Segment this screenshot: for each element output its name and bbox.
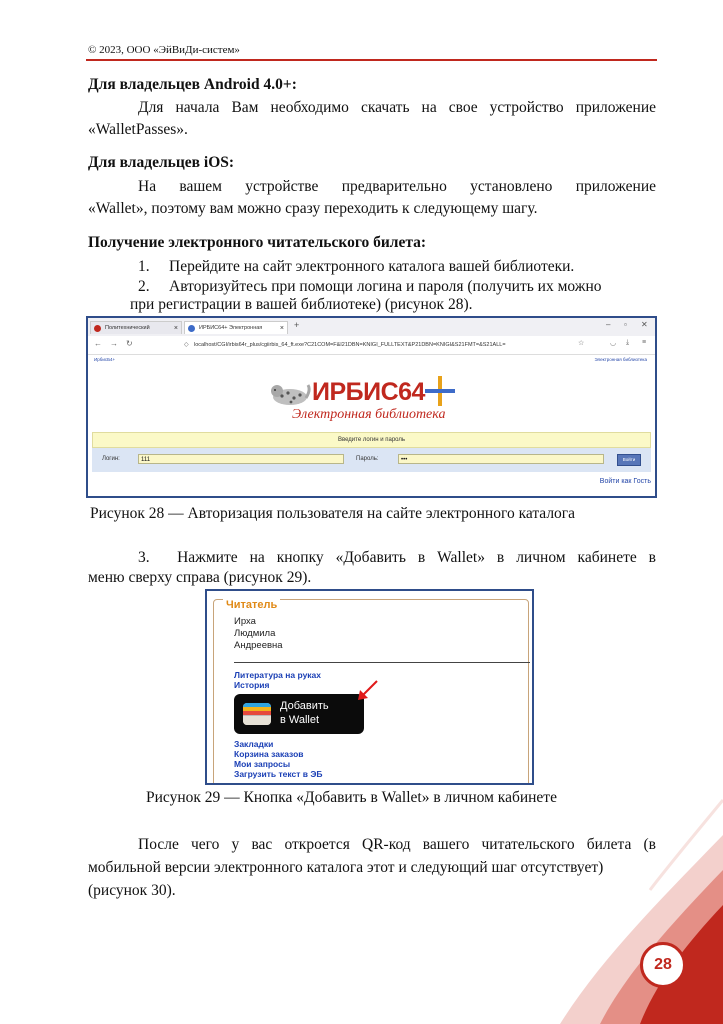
link-history[interactable]: История bbox=[234, 680, 269, 690]
reader-first-name: Людмила bbox=[234, 628, 276, 639]
reader-patronymic: Андреевна bbox=[234, 640, 283, 651]
wallet-button-line2: в Wallet bbox=[280, 714, 320, 726]
login-field[interactable]: 111 bbox=[138, 454, 344, 464]
password-field[interactable]: ••• bbox=[398, 454, 604, 464]
link-bookmarks[interactable]: Закладки bbox=[234, 739, 273, 749]
logo-subtitle: Электронная библиотека bbox=[292, 407, 446, 422]
login-form: Логин: 111 Пароль: ••• Войти bbox=[92, 448, 651, 472]
wallet-icon bbox=[243, 703, 271, 725]
add-to-wallet-button[interactable]: Добавить в Wallet bbox=[234, 694, 364, 734]
url-field[interactable]: localhost/CGI/irbis64r_plus/cgiirbis_64_… bbox=[194, 339, 574, 351]
reader-surname: Ирха bbox=[234, 616, 256, 627]
divider bbox=[234, 662, 530, 663]
step-1: 1. Перейдите на сайт электронного катало… bbox=[138, 258, 575, 275]
login-label: Логин: bbox=[102, 456, 120, 462]
browser-tab-1[interactable]: Политехнический подразделе × bbox=[90, 321, 182, 344]
back-icon[interactable]: ← bbox=[94, 339, 102, 348]
android-heading: Для владельцев Android 4.0+: bbox=[88, 76, 297, 93]
android-line2: «WalletPasses». bbox=[88, 121, 188, 138]
step-2-line2: при регистрации в вашей библиотеке) (рис… bbox=[130, 296, 473, 313]
restore-icon[interactable]: ▫ bbox=[624, 320, 627, 329]
caption-28: Рисунок 28 — Авторизация пользователя на… bbox=[90, 505, 576, 522]
ios-line1: На вашем устройстве предварительно устан… bbox=[138, 178, 656, 195]
after-line2: мобильной версии электронного каталога э… bbox=[88, 859, 604, 876]
reader-legend: Читатель bbox=[223, 599, 281, 611]
caption-29: Рисунок 29 — Кнопка «Добавить в Wallet» … bbox=[146, 789, 557, 806]
download-icon[interactable]: ⤓ bbox=[626, 339, 629, 347]
pocket-icon[interactable]: ◡ bbox=[610, 339, 616, 347]
figure-28-screenshot: Политехнический подразделе × ИРБИС64+ Эл… bbox=[86, 316, 657, 498]
forward-icon[interactable]: → bbox=[110, 339, 118, 348]
link-my-requests[interactable]: Мои запросы bbox=[234, 759, 290, 769]
link-upload-text[interactable]: Загрузить текст в ЭБ bbox=[234, 769, 323, 779]
window-close-icon[interactable]: ✕ bbox=[641, 320, 648, 329]
reload-icon[interactable]: ↻ bbox=[126, 339, 133, 348]
ticket-heading: Получение электронного читательского бил… bbox=[88, 234, 427, 251]
android-line1: Для начала Вам необходимо скачать на сво… bbox=[138, 99, 656, 116]
shield-icon: ◇ bbox=[184, 342, 189, 348]
login-button[interactable]: Войти bbox=[617, 454, 641, 466]
page-number: 28 bbox=[640, 942, 686, 988]
logo-title: ИРБИС64 bbox=[312, 378, 425, 406]
link-order-cart[interactable]: Корзина заказов bbox=[234, 749, 304, 759]
guest-login-link[interactable]: Войти как Гость bbox=[600, 478, 651, 485]
favicon-icon bbox=[94, 325, 101, 332]
browser-tab-bar: Политехнический подразделе × ИРБИС64+ Эл… bbox=[88, 318, 655, 344]
figure-29-screenshot: Читатель Ирха Людмила Андреевна Литерату… bbox=[205, 589, 534, 785]
ios-heading: Для владельцев iOS: bbox=[88, 154, 235, 171]
new-tab-button[interactable]: + bbox=[294, 320, 299, 330]
after-line1: После чего у вас откроется QR-код вашего… bbox=[138, 836, 656, 853]
menu-icon[interactable]: ≡ bbox=[642, 339, 646, 346]
browser-tab-2[interactable]: ИРБИС64+ Электронная библиотека × bbox=[184, 321, 288, 344]
irbis-logo: ИРБИС64 Электронная библиотека bbox=[268, 372, 528, 432]
close-icon[interactable]: × bbox=[280, 322, 284, 335]
red-arrow-icon bbox=[358, 680, 378, 700]
after-line3: (рисунок 30). bbox=[88, 882, 176, 899]
snow-leopard-icon bbox=[271, 384, 311, 405]
close-icon[interactable]: × bbox=[174, 322, 178, 335]
step-3-line2: меню сверху справа (рисунок 29). bbox=[88, 569, 312, 586]
address-bar: ← → ↻ ◇ localhost/CGI/irbis64r_plus/cgii… bbox=[88, 336, 655, 355]
link-literature[interactable]: Литература на руках bbox=[234, 670, 321, 680]
bookmark-star-icon[interactable]: ☆ bbox=[578, 339, 584, 347]
minimize-icon[interactable]: – bbox=[606, 320, 610, 329]
ios-line2: «Wallet», поэтому вам можно сразу перехо… bbox=[88, 200, 538, 217]
password-label: Пароль: bbox=[356, 456, 379, 462]
bookmark-left-link[interactable]: ИрбисБ4+ bbox=[94, 355, 115, 365]
bookmark-bar: ИрбисБ4+ Электронная библиотека bbox=[88, 355, 655, 365]
reader-panel: Читатель Ирха Людмила Андреевна Литерату… bbox=[213, 599, 530, 783]
logo-plus-horizontal bbox=[425, 389, 455, 393]
page-header: © 2023, ООО «ЭйВиДи-систем» bbox=[88, 44, 240, 56]
login-prompt: Введите логин и пароль bbox=[92, 432, 651, 448]
header-rule bbox=[86, 59, 657, 61]
wallet-button-line1: Добавить bbox=[280, 700, 329, 712]
step-3-line1: 3. Нажмите на кнопку «Добавить в Wallet»… bbox=[138, 549, 656, 566]
favicon-icon bbox=[188, 325, 195, 332]
bookmark-right-link[interactable]: Электронная библиотека bbox=[594, 355, 647, 365]
